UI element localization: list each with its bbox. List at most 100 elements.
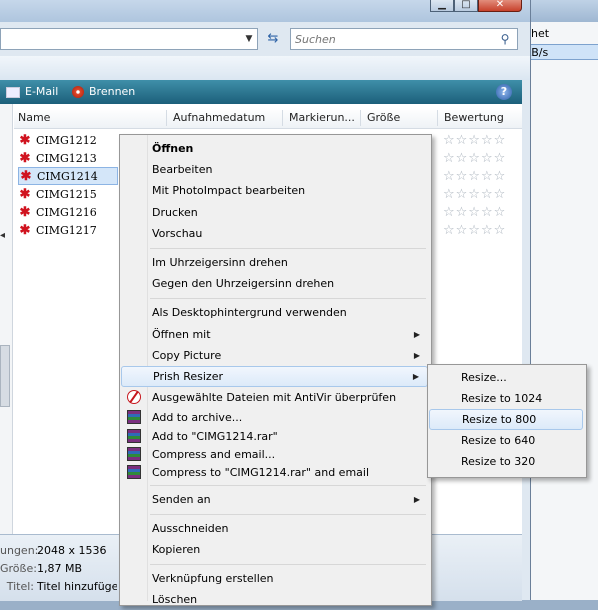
column-separator[interactable]: [360, 110, 361, 126]
submenu-item-resize-640[interactable]: Resize to 640: [429, 430, 583, 451]
collapse-arrow-icon[interactable]: ◂: [0, 230, 5, 241]
detail-label: ungen:: [0, 544, 39, 557]
file-row[interactable]: ✱ CIMG1213: [18, 150, 97, 168]
search-input[interactable]: [295, 31, 490, 47]
file-row-selected[interactable]: ✱ CIMG1214: [18, 167, 118, 185]
submenu-arrow-icon: ▶: [413, 351, 420, 360]
menu-separator: [150, 298, 426, 299]
column-separator[interactable]: [437, 110, 438, 126]
minimize-icon: ▁: [438, 0, 446, 10]
file-row[interactable]: ✱ CIMG1216: [18, 204, 97, 222]
background-window-titlebar: [520, 0, 598, 22]
title-field[interactable]: Titel hinzufügen: [37, 578, 117, 596]
winrar-icon: [127, 410, 141, 424]
image-file-icon: ✱: [19, 187, 31, 202]
rating-stars[interactable]: ☆☆☆☆☆: [443, 186, 506, 204]
detail-value: 2048 x 1536: [37, 544, 107, 557]
menu-item-open[interactable]: Öffnen: [121, 138, 428, 159]
menu-item-open-with[interactable]: Öffnen mit ▶: [121, 324, 428, 345]
maximize-button[interactable]: □: [454, 0, 478, 12]
navigation-scrollbar[interactable]: [0, 345, 10, 407]
menu-separator: [150, 564, 426, 565]
burn-button[interactable]: Brennen: [72, 80, 135, 104]
minimize-button[interactable]: ▁: [430, 0, 454, 12]
detail-label: Titel:: [6, 580, 34, 593]
caption-buttons: ▁ □ ✕: [430, 0, 522, 16]
file-row[interactable]: ✱ CIMG1217: [18, 222, 97, 240]
background-window-row: ghet: [524, 27, 550, 40]
rating-stars[interactable]: ☆☆☆☆☆: [443, 168, 506, 186]
winrar-icon: [127, 429, 141, 443]
search-icon[interactable]: ⚲: [497, 31, 513, 47]
column-size[interactable]: Größe: [367, 108, 400, 128]
rating-stars[interactable]: ☆☆☆☆☆: [443, 204, 506, 222]
column-name[interactable]: Name: [18, 108, 50, 128]
menu-item-antivir[interactable]: Ausgewählte Dateien mit AntiVir überprüf…: [121, 387, 428, 408]
refresh-icon[interactable]: ⇆: [262, 28, 284, 50]
menu-item-rotate-cw[interactable]: Im Uhrzeigersinn drehen: [121, 252, 428, 273]
file-name: CIMG1217: [36, 224, 97, 237]
winrar-icon: [127, 465, 141, 479]
image-file-icon: ✱: [20, 169, 32, 184]
menu-separator: [150, 485, 426, 486]
image-file-icon: ✱: [19, 133, 31, 148]
menu-item-print[interactable]: Drucken: [121, 202, 428, 223]
background-window-selected-row[interactable]: KB/s: [520, 44, 598, 60]
close-button[interactable]: ✕: [478, 0, 522, 12]
column-tags[interactable]: Markierun...: [289, 108, 355, 128]
column-rating[interactable]: Bewertung: [444, 108, 504, 128]
menu-item-add-archive[interactable]: Add to archive...: [121, 407, 428, 428]
file-name: CIMG1212: [36, 134, 97, 147]
submenu-arrow-icon: ▶: [413, 330, 420, 339]
menu-item-compress-rar-email[interactable]: Compress to "CIMG1214.rar" and email: [121, 462, 428, 483]
column-separator[interactable]: [282, 110, 283, 126]
file-name: CIMG1214: [37, 170, 98, 183]
file-name: CIMG1213: [36, 152, 97, 165]
search-box: ⚲: [290, 28, 518, 50]
image-file-icon: ✱: [19, 205, 31, 220]
image-file-icon: ✱: [19, 151, 31, 166]
menu-item-send-to[interactable]: Senden an ▶: [121, 489, 428, 510]
antivir-icon: [127, 390, 141, 404]
detail-label: Größe:: [0, 562, 37, 575]
submenu-item-resize-800[interactable]: Resize to 800: [429, 409, 583, 430]
detail-value: 1,87 MB: [37, 562, 83, 575]
file-row[interactable]: ✱ CIMG1215: [18, 186, 97, 204]
winrar-icon: [127, 447, 141, 461]
menu-item-cut[interactable]: Ausschneiden: [121, 518, 428, 539]
help-button[interactable]: ?: [496, 84, 512, 100]
submenu-item-resize-320[interactable]: Resize to 320: [429, 451, 583, 472]
menu-item-prish-resizer[interactable]: Prish Resizer ▶: [121, 366, 428, 387]
menu-band: [0, 56, 530, 80]
column-separator[interactable]: [166, 110, 167, 126]
menu-item-copy[interactable]: Kopieren: [121, 539, 428, 560]
chevron-down-icon[interactable]: ▼: [242, 31, 256, 47]
mail-icon: [6, 86, 20, 98]
menu-item-edit[interactable]: Bearbeiten: [121, 159, 428, 180]
image-file-icon: ✱: [19, 223, 31, 238]
help-icon: ?: [500, 85, 508, 98]
submenu-arrow-icon: ▶: [413, 495, 420, 504]
close-icon: ✕: [495, 0, 505, 10]
menu-item-desktop-background[interactable]: Als Desktophintergrund verwenden: [121, 302, 428, 323]
address-bar[interactable]: [0, 28, 258, 50]
email-button[interactable]: E-Mail: [6, 80, 58, 104]
email-label: E-Mail: [25, 85, 59, 98]
rating-stars[interactable]: ☆☆☆☆☆: [443, 222, 506, 240]
menu-item-rotate-ccw[interactable]: Gegen den Uhrzeigersinn drehen: [121, 273, 428, 294]
submenu-item-resize-1024[interactable]: Resize to 1024: [429, 388, 583, 409]
column-date[interactable]: Aufnahmedatum: [173, 108, 265, 128]
submenu-item-resize[interactable]: Resize...: [429, 367, 583, 388]
menu-item-create-shortcut[interactable]: Verknüpfung erstellen: [121, 568, 428, 589]
menu-separator: [150, 248, 426, 249]
rating-stars[interactable]: ☆☆☆☆☆: [443, 150, 506, 168]
menu-item-copy-picture[interactable]: Copy Picture ▶: [121, 345, 428, 366]
menu-item-preview[interactable]: Vorschau: [121, 223, 428, 244]
file-row[interactable]: ✱ CIMG1212: [18, 132, 97, 150]
maximize-icon: □: [461, 0, 471, 10]
rating-stars[interactable]: ☆☆☆☆☆: [443, 132, 506, 150]
menu-item-photoimpact[interactable]: Mit PhotoImpact bearbeiten: [121, 180, 428, 201]
file-name: CIMG1216: [36, 206, 97, 219]
file-name: CIMG1215: [36, 188, 97, 201]
submenu-arrow-icon: ▶: [412, 372, 419, 381]
